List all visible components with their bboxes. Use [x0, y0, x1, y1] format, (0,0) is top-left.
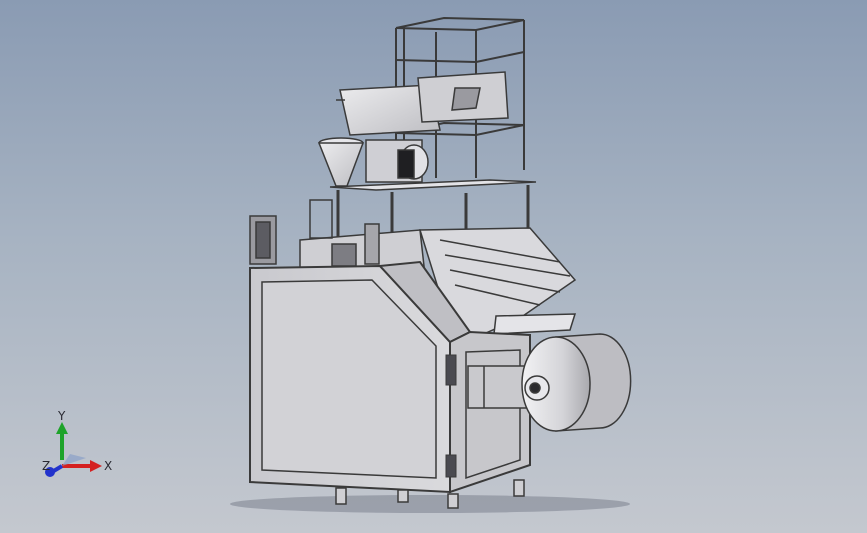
coordinate-triad: Y X Z [42, 409, 112, 477]
motor-unit [365, 139, 429, 183]
y-axis-label: Y [57, 409, 66, 423]
control-panel-box [249, 215, 277, 265]
graphics-viewport[interactable]: Y X Z [0, 0, 867, 533]
weigher-hopper [336, 71, 509, 136]
x-axis-label: X [104, 459, 112, 473]
z-axis-label: Z [42, 459, 50, 473]
film-roll [521, 333, 632, 432]
packaging-machine-model[interactable] [0, 0, 867, 533]
ground-shadow [230, 495, 630, 513]
y-axis-arrow [56, 422, 68, 460]
funnel [317, 137, 365, 187]
